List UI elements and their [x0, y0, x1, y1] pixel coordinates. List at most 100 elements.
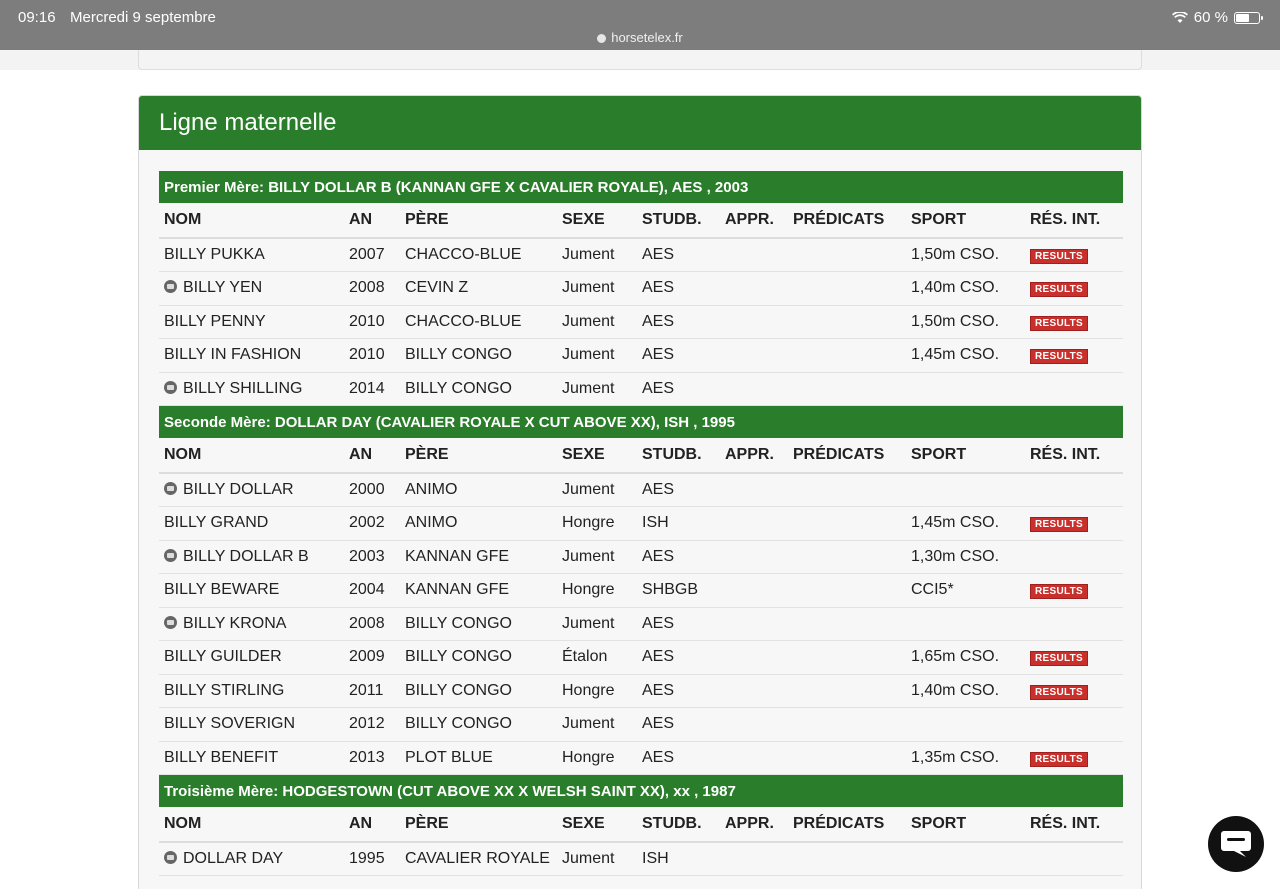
- horse-name[interactable]: BILLY SOVERIGN: [164, 715, 295, 732]
- horse-name-cell[interactable]: BILLY PUKKA: [159, 238, 344, 272]
- column-header[interactable]: APPR.: [720, 203, 788, 239]
- column-header[interactable]: AN: [344, 438, 400, 474]
- predicates-cell: [788, 741, 906, 775]
- sire-cell[interactable]: CAVALIER ROYALE: [400, 842, 557, 876]
- horse-name[interactable]: BILLY BENEFIT: [164, 749, 278, 766]
- approval-cell: [720, 305, 788, 339]
- predicates-cell: [788, 842, 906, 876]
- horse-name-cell[interactable]: BILLY YEN: [159, 271, 344, 306]
- sire-cell[interactable]: PLOT BLUE: [400, 741, 557, 775]
- column-header[interactable]: PRÉDICATS: [788, 203, 906, 239]
- results-button[interactable]: RESULTS: [1030, 684, 1089, 700]
- horse-name[interactable]: BILLY STIRLING: [164, 682, 284, 699]
- results-button[interactable]: RESULTS: [1030, 349, 1089, 365]
- column-header[interactable]: APPR.: [720, 807, 788, 843]
- column-header[interactable]: NOM: [159, 438, 344, 474]
- studbook-cell: AES: [637, 372, 720, 406]
- horse-name[interactable]: BILLY BEWARE: [164, 581, 279, 598]
- sire-cell[interactable]: ANIMO: [400, 473, 557, 507]
- photo-icon[interactable]: [164, 380, 177, 394]
- horse-name[interactable]: BILLY GUILDER: [164, 648, 282, 665]
- photo-icon[interactable]: [164, 851, 177, 864]
- column-header[interactable]: PÈRE: [400, 438, 557, 474]
- horse-name[interactable]: BILLY DOLLAR B: [183, 548, 309, 565]
- sex-cell: Étalon: [557, 640, 637, 675]
- sire-cell[interactable]: CHACCO-BLUE: [400, 238, 557, 272]
- chat-button[interactable]: [1208, 816, 1264, 872]
- column-header[interactable]: STUDB.: [637, 438, 720, 474]
- horse-name-cell[interactable]: BILLY STIRLING: [159, 674, 344, 708]
- horse-name-cell[interactable]: BILLY BENEFIT: [159, 741, 344, 775]
- horse-name[interactable]: BILLY PENNY: [164, 313, 266, 330]
- column-header[interactable]: SEXE: [557, 438, 637, 474]
- column-header[interactable]: SPORT: [906, 203, 1025, 239]
- horse-name[interactable]: BILLY DOLLAR: [183, 481, 294, 498]
- column-header[interactable]: SEXE: [557, 807, 637, 843]
- column-header[interactable]: PÈRE: [400, 807, 557, 843]
- column-header[interactable]: SPORT: [906, 807, 1025, 843]
- predicates-cell: [788, 540, 906, 574]
- photo-icon[interactable]: [164, 482, 177, 495]
- column-header[interactable]: RÉS. INT.: [1025, 203, 1123, 239]
- results-button[interactable]: RESULTS: [1030, 517, 1089, 533]
- column-header[interactable]: NOM: [159, 807, 344, 843]
- column-header[interactable]: AN: [344, 203, 400, 239]
- sire-cell[interactable]: BILLY CONGO: [400, 338, 557, 373]
- horse-name[interactable]: BILLY KRONA: [183, 615, 286, 632]
- horse-name[interactable]: BILLY PUKKA: [164, 246, 265, 263]
- sire-cell[interactable]: BILLY CONGO: [400, 372, 557, 406]
- column-header[interactable]: PRÉDICATS: [788, 807, 906, 843]
- sire-cell[interactable]: ANIMO: [400, 506, 557, 541]
- sire-cell[interactable]: BILLY CONGO: [400, 607, 557, 641]
- horse-name-cell[interactable]: BILLY SHILLING: [159, 372, 344, 406]
- horse-name-cell[interactable]: BILLY DOLLAR: [159, 473, 344, 507]
- photo-icon[interactable]: [164, 615, 177, 629]
- battery-icon: [1234, 11, 1263, 24]
- sire-cell[interactable]: CHACCO-BLUE: [400, 305, 557, 339]
- results-button[interactable]: RESULTS: [1030, 584, 1089, 600]
- results-button[interactable]: RESULTS: [1030, 751, 1089, 767]
- column-header[interactable]: RÉS. INT.: [1025, 438, 1123, 474]
- column-header[interactable]: APPR.: [720, 438, 788, 474]
- horse-name[interactable]: BILLY SHILLING: [183, 380, 302, 397]
- sire-cell[interactable]: BILLY CONGO: [400, 640, 557, 675]
- horse-name-cell[interactable]: BILLY GUILDER: [159, 640, 344, 675]
- column-header[interactable]: SEXE: [557, 203, 637, 239]
- column-header[interactable]: STUDB.: [637, 203, 720, 239]
- horse-name[interactable]: BILLY YEN: [183, 279, 262, 296]
- results-button[interactable]: RESULTS: [1030, 315, 1089, 331]
- sire-cell[interactable]: BILLY CONGO: [400, 707, 557, 742]
- column-header[interactable]: SPORT: [906, 438, 1025, 474]
- column-header[interactable]: RÉS. INT.: [1025, 807, 1123, 843]
- sire-cell[interactable]: KANNAN GFE: [400, 540, 557, 574]
- column-header[interactable]: AN: [344, 807, 400, 843]
- horse-name[interactable]: BILLY IN FASHION: [164, 346, 301, 363]
- column-header[interactable]: STUDB.: [637, 807, 720, 843]
- sire-cell[interactable]: BILLY CONGO: [400, 674, 557, 708]
- horse-name-cell[interactable]: DOLLAR DAY: [159, 842, 344, 876]
- horse-name-cell[interactable]: BILLY KRONA: [159, 607, 344, 641]
- results-button[interactable]: RESULTS: [1030, 651, 1089, 667]
- horse-name[interactable]: BILLY GRAND: [164, 514, 268, 531]
- column-header[interactable]: PÈRE: [400, 203, 557, 239]
- photo-icon[interactable]: [164, 548, 177, 562]
- approval-cell: [720, 338, 788, 373]
- horse-name-cell[interactable]: BILLY IN FASHION: [159, 338, 344, 373]
- results-button[interactable]: RESULTS: [1030, 249, 1089, 264]
- results-cell: RESULTS: [1025, 305, 1123, 339]
- horse-name-cell[interactable]: BILLY PENNY: [159, 305, 344, 339]
- results-button[interactable]: RESULTS: [1030, 282, 1089, 298]
- horse-name-cell[interactable]: BILLY GRAND: [159, 506, 344, 541]
- photo-icon[interactable]: [164, 280, 177, 294]
- year-cell: 2012: [344, 707, 400, 742]
- sire-cell[interactable]: CEVIN Z: [400, 271, 557, 306]
- sire-cell[interactable]: KANNAN GFE: [400, 573, 557, 608]
- horse-name-cell[interactable]: BILLY DOLLAR B: [159, 540, 344, 574]
- column-header[interactable]: PRÉDICATS: [788, 438, 906, 474]
- address-bar[interactable]: horsetelex.fr: [0, 30, 1280, 45]
- sex-cell: Hongre: [557, 674, 637, 708]
- horse-name[interactable]: DOLLAR DAY: [183, 850, 283, 867]
- horse-name-cell[interactable]: BILLY BEWARE: [159, 573, 344, 608]
- column-header[interactable]: NOM: [159, 203, 344, 239]
- horse-name-cell[interactable]: BILLY SOVERIGN: [159, 707, 344, 742]
